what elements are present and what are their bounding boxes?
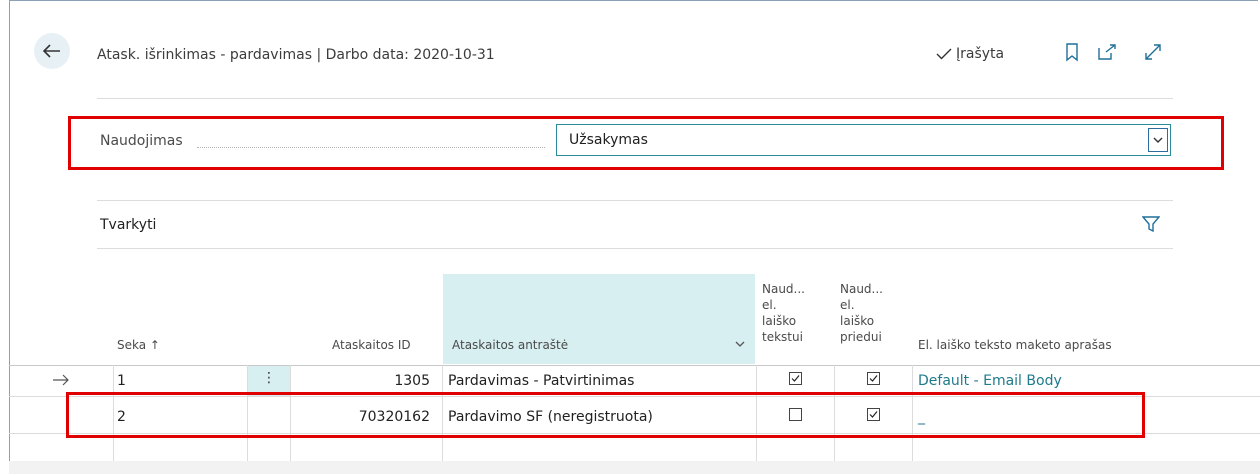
col-header-report-caption[interactable]: Ataskaitos antraštė	[452, 337, 568, 353]
col-header-email-attach-line4: priedui	[840, 330, 882, 344]
header-divider	[97, 98, 1173, 99]
col-header-email-body-line4: tekstui	[762, 330, 803, 344]
col-header-email-body-line1: Naud...	[762, 282, 805, 296]
checkbox-email-body[interactable]	[789, 372, 802, 385]
usage-highlight-box	[68, 116, 1224, 170]
back-arrow-icon	[43, 44, 60, 58]
col-header-email-attach[interactable]: Naud... el. laiško priedui	[840, 281, 883, 345]
expand-icon[interactable]	[1143, 42, 1163, 62]
col-header-layout-desc[interactable]: El. laiško teksto maketo aprašas	[918, 337, 1112, 353]
col-header-report-id[interactable]: Ataskaitos ID	[332, 337, 411, 353]
check-icon	[791, 375, 800, 382]
section-divider-bottom	[97, 248, 1173, 249]
bookmark-icon[interactable]	[1062, 42, 1082, 62]
open-new-window-icon[interactable]	[1097, 42, 1117, 62]
section-divider-top	[97, 200, 1173, 201]
bottom-strip	[9, 461, 1260, 474]
save-status-label: Įrašyta	[956, 46, 1005, 62]
back-button[interactable]	[34, 33, 70, 69]
row-menu-icon: ⋮	[262, 370, 276, 386]
cell-seka[interactable]: 1	[117, 373, 126, 389]
col-header-email-body-line2: el.	[762, 298, 777, 312]
col-header-email-attach-line3: laiško	[840, 314, 875, 328]
checkbox-email-attach[interactable]	[867, 372, 880, 385]
table-header-divider	[9, 365, 1260, 366]
page-title: Atask. išrinkimas - pardavimas | Darbo d…	[97, 47, 495, 63]
checkmark-icon	[936, 48, 952, 60]
col-header-email-attach-line2: el.	[840, 298, 855, 312]
column-chevron-down-icon[interactable]	[735, 340, 745, 348]
save-status: Įrašyta	[936, 46, 1004, 62]
col-header-email-body[interactable]: Naud... el. laiško tekstui	[762, 281, 805, 345]
col-header-email-attach-line1: Naud...	[840, 282, 883, 296]
filter-icon[interactable]	[1142, 215, 1160, 233]
row-arrow-icon	[53, 374, 69, 386]
row-highlight-box	[66, 392, 1145, 438]
section-label-tvarkyti: Tvarkyti	[100, 217, 157, 233]
cell-report-id[interactable]: 1305	[370, 373, 430, 389]
col-header-seka[interactable]: Seka ↑	[117, 337, 160, 353]
cell-report-caption[interactable]: Pardavimas - Patvirtinimas	[448, 373, 634, 389]
col-header-email-body-line3: laiško	[762, 314, 797, 328]
check-icon	[869, 375, 878, 382]
cell-layout-link[interactable]: Default - Email Body	[918, 373, 1062, 389]
